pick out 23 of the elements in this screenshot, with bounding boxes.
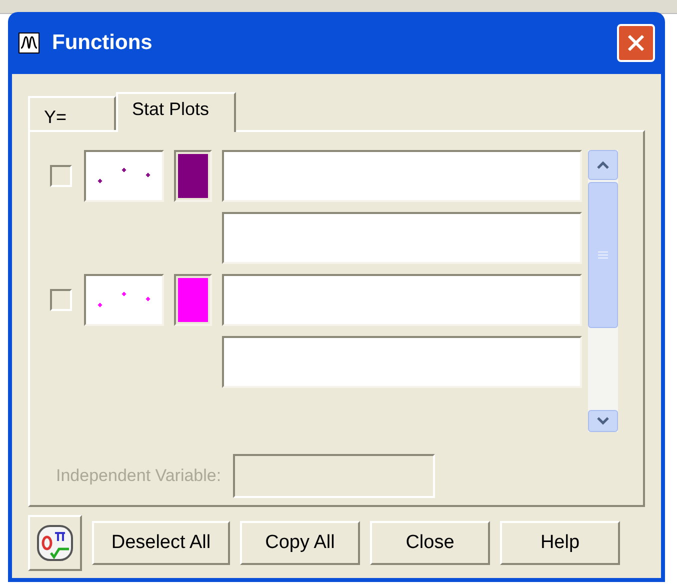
scroll-thumb[interactable] bbox=[588, 182, 618, 328]
dialog-button[interactable]: Help bbox=[500, 521, 620, 565]
checkbox[interactable] bbox=[50, 289, 72, 311]
app-icon bbox=[18, 32, 40, 54]
dialog-button[interactable]: Deselect All bbox=[92, 521, 230, 565]
dialog-button[interactable]: Close bbox=[370, 521, 490, 565]
math-symbols-icon bbox=[35, 523, 75, 563]
input-field[interactable] bbox=[222, 336, 582, 388]
chevron-up-icon bbox=[596, 160, 610, 170]
input-field[interactable] bbox=[222, 274, 582, 326]
close-button[interactable] bbox=[617, 24, 655, 62]
input-field[interactable] bbox=[222, 212, 582, 264]
close-icon bbox=[626, 33, 646, 53]
math-symbols-button[interactable] bbox=[28, 515, 82, 571]
grip-icon bbox=[597, 251, 609, 259]
dialog-button[interactable]: Copy All bbox=[240, 521, 360, 565]
scrollbar[interactable] bbox=[588, 150, 618, 432]
field-label: Independent Variable: bbox=[56, 465, 222, 488]
window-title: Functions bbox=[52, 30, 152, 56]
checkbox[interactable] bbox=[50, 165, 72, 187]
input-field[interactable] bbox=[222, 150, 582, 202]
tab[interactable]: Stat Plots bbox=[116, 92, 236, 132]
chevron-down-icon bbox=[596, 416, 610, 426]
